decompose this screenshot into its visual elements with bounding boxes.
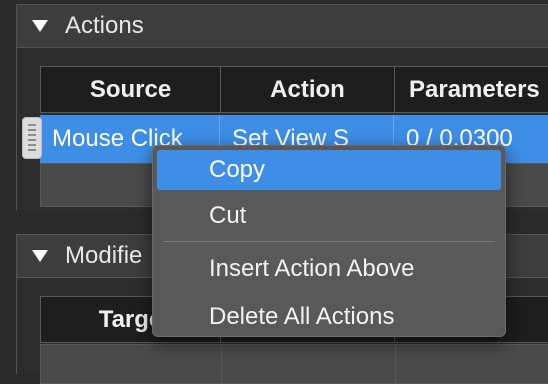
table-row[interactable]	[40, 344, 548, 384]
modifiers-section-title: Modifie	[65, 242, 143, 269]
column-divider	[395, 345, 396, 383]
actions-section-header[interactable]: Actions	[16, 4, 548, 48]
column-header-source[interactable]: Source	[41, 67, 221, 112]
disclosure-triangle-icon[interactable]	[31, 249, 49, 263]
column-header-parameters[interactable]: Parameters	[395, 67, 548, 112]
menu-item-cut[interactable]: Cut	[157, 196, 501, 236]
disclosure-triangle-icon[interactable]	[31, 19, 49, 33]
row-drag-handle[interactable]	[22, 117, 42, 159]
menu-item-insert-action-above[interactable]: Insert Action Above	[157, 249, 501, 289]
menu-item-delete-all-actions[interactable]: Delete All Actions	[157, 297, 501, 337]
menu-separator	[163, 241, 495, 242]
menu-item-copy[interactable]: Copy	[157, 150, 501, 190]
column-header-action[interactable]: Action	[221, 67, 395, 112]
actions-section-title: Actions	[65, 12, 144, 39]
column-divider	[221, 345, 222, 383]
context-menu: Copy Cut Insert Action Above Delete All …	[152, 145, 506, 337]
actions-table-header: Source Action Parameters	[40, 66, 548, 113]
